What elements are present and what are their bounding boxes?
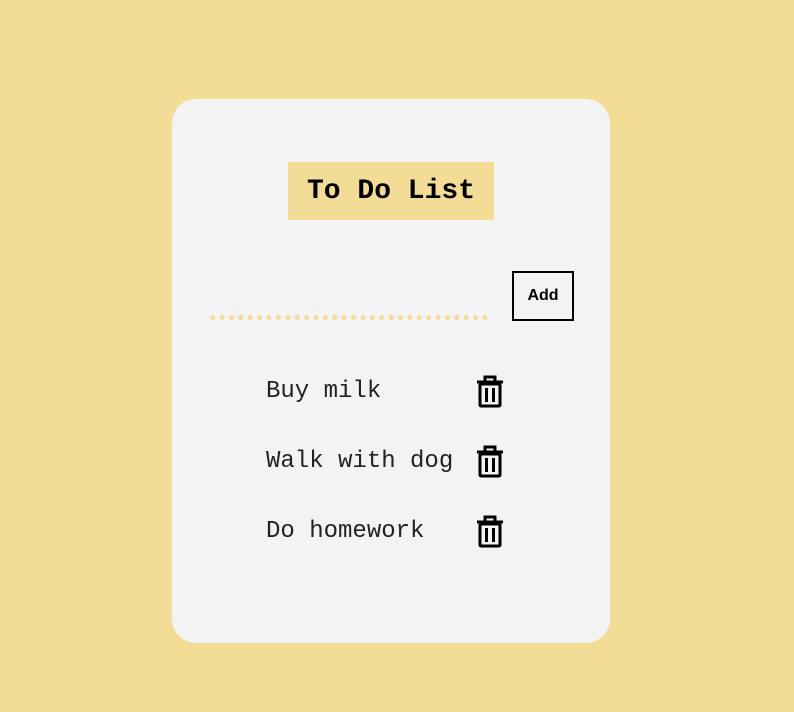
trash-icon[interactable]: [474, 374, 506, 408]
trash-icon[interactable]: [474, 444, 506, 478]
trash-icon[interactable]: [474, 514, 506, 548]
list-item: Walk with dog: [266, 444, 516, 480]
input-underline: [208, 315, 490, 320]
todo-card: To Do List Add Buy milk Walk with dog Do…: [172, 99, 610, 643]
list-item: Buy milk: [266, 374, 516, 410]
page-title: To Do List: [288, 162, 494, 220]
todo-text: Walk with dog: [266, 448, 454, 475]
todo-text: Buy milk: [266, 378, 382, 405]
add-button[interactable]: Add: [512, 271, 574, 321]
list-item: Do homework: [266, 514, 516, 550]
todo-text: Do homework: [266, 518, 425, 545]
